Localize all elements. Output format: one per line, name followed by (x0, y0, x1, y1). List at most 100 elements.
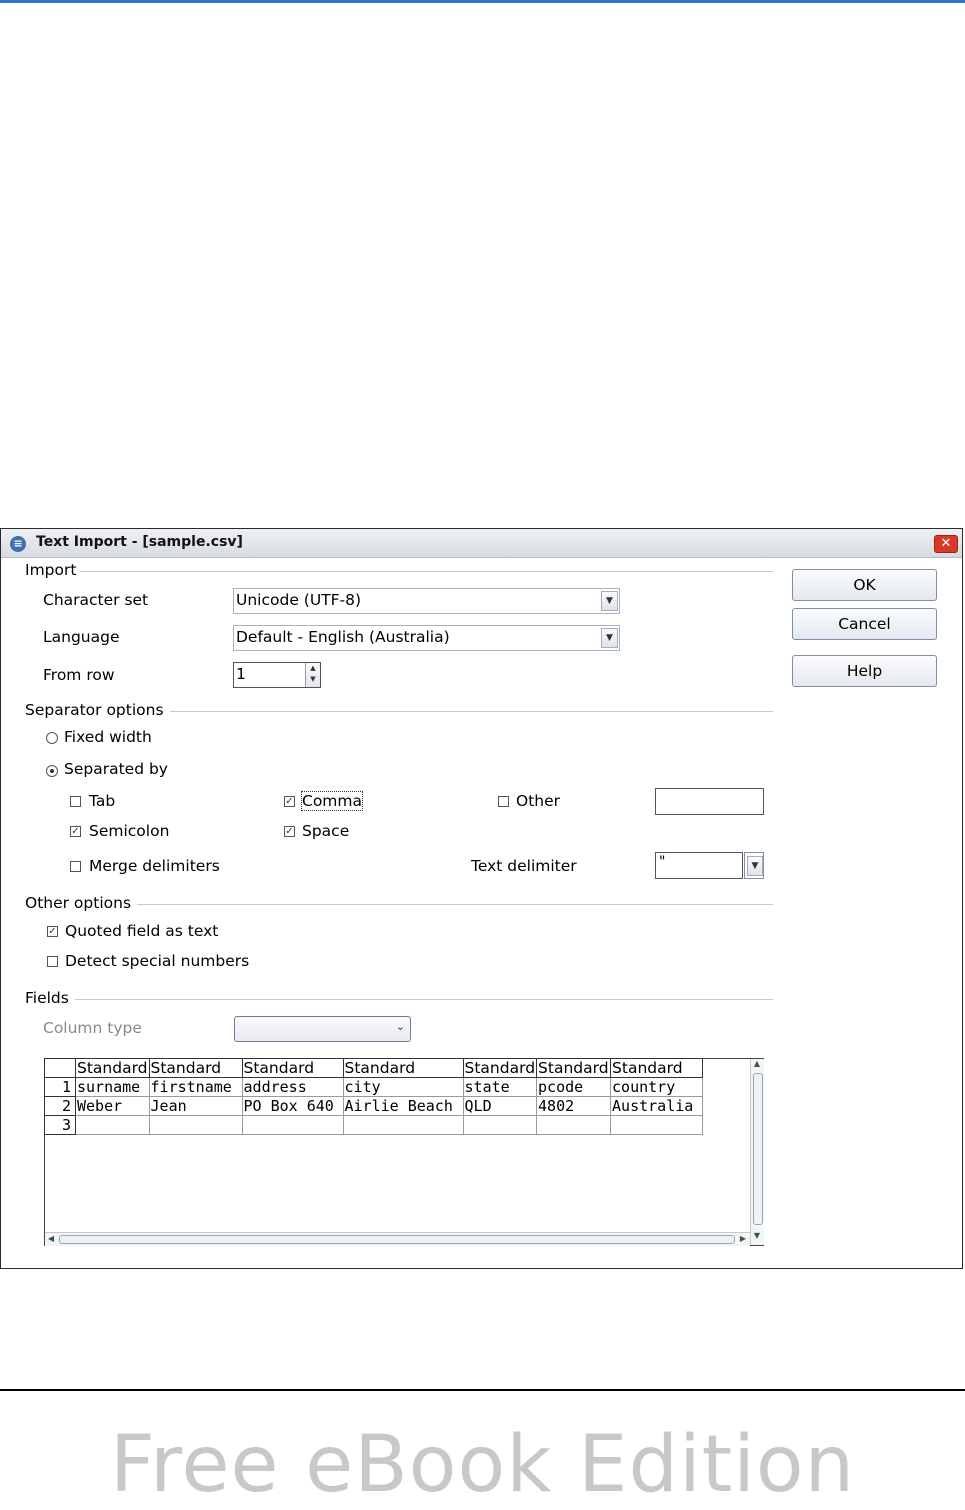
language-select[interactable]: Default - English (Australia) ▼ (233, 625, 620, 651)
row-number[interactable]: 2 (44, 1096, 76, 1116)
table-cell (75, 1115, 150, 1135)
table-row: 1 surname firstname address city state p… (44, 1077, 704, 1097)
table-row: 2 Weber Jean PO Box 640 Airlie Beach QLD… (44, 1096, 704, 1116)
column-type-header[interactable]: Standard (462, 1058, 538, 1078)
merge-delimiters-checkbox[interactable] (70, 861, 81, 872)
import-section-divider (80, 571, 773, 572)
quoted-field-checkbox[interactable]: ✓ (47, 926, 58, 937)
column-type-label: Column type (43, 1019, 142, 1037)
column-type-header[interactable]: Standard (536, 1058, 612, 1078)
row-number[interactable]: 1 (44, 1077, 76, 1097)
separated-by-radio[interactable] (46, 765, 58, 777)
comma-label[interactable]: Comma (300, 791, 364, 811)
horizontal-scroll-thumb[interactable] (59, 1235, 735, 1244)
tab-checkbox[interactable] (70, 796, 81, 807)
scroll-down-icon[interactable]: ▼ (751, 1231, 763, 1240)
watermark-text: Free eBook Edition (109, 1420, 856, 1510)
table-cell: Australia (610, 1096, 704, 1116)
preview-vertical-scrollbar[interactable]: ▲ ▼ (750, 1059, 764, 1245)
column-type-header[interactable]: Standard (342, 1058, 464, 1078)
comma-checkbox[interactable]: ✓ (284, 796, 295, 807)
table-cell: city (342, 1077, 464, 1097)
character-set-select[interactable]: Unicode (UTF-8) ▼ (233, 588, 620, 614)
dialog-titlebar[interactable]: ≡ Text Import - [sample.csv] ✕ (1, 529, 962, 558)
from-row-value: 1 (236, 665, 246, 683)
chevron-down-icon[interactable]: ⌄ (396, 1020, 405, 1033)
text-delimiter-value: " (659, 854, 666, 870)
vertical-scroll-thumb[interactable] (753, 1073, 763, 1225)
table-cell (342, 1115, 464, 1135)
table-cell: surname (75, 1077, 150, 1097)
tab-label[interactable]: Tab (89, 792, 115, 810)
column-type-header[interactable]: Standard (610, 1058, 704, 1078)
column-type-header[interactable]: Standard (148, 1058, 243, 1078)
space-label[interactable]: Space (302, 822, 349, 840)
separator-section-title: Separator options (25, 701, 168, 719)
column-type-header[interactable]: Standard (75, 1058, 150, 1078)
import-section-title: Import (25, 561, 81, 579)
chevron-down-icon[interactable]: ▼ (601, 591, 618, 611)
from-row-stepper[interactable]: 1 ▲ ▼ (233, 662, 321, 688)
language-label: Language (43, 628, 120, 646)
from-row-label: From row (43, 666, 115, 684)
table-cell: PO Box 640 (241, 1096, 344, 1116)
dialog-title: Text Import - [sample.csv] (36, 534, 243, 550)
quoted-field-label[interactable]: Quoted field as text (65, 922, 218, 940)
table-cell: 4802 (536, 1096, 612, 1116)
space-checkbox[interactable]: ✓ (284, 826, 295, 837)
row-number[interactable]: 3 (44, 1115, 76, 1135)
page-top-rule (0, 0, 965, 3)
other-separator-field[interactable] (655, 788, 764, 815)
other-checkbox[interactable] (498, 796, 509, 807)
fields-section-title: Fields (25, 989, 73, 1007)
table-cell (241, 1115, 344, 1135)
table-cell (148, 1115, 243, 1135)
chevron-down-icon[interactable]: ▼ (747, 856, 763, 876)
text-delimiter-label: Text delimiter (471, 857, 577, 875)
text-delimiter-dropdown[interactable]: ▼ (744, 852, 764, 879)
detect-special-numbers-checkbox[interactable] (47, 956, 58, 967)
table-cell: Weber (75, 1096, 150, 1116)
column-type-select[interactable]: ⌄ (234, 1016, 411, 1042)
table-cell: Airlie Beach (342, 1096, 464, 1116)
semicolon-checkbox[interactable]: ✓ (70, 826, 81, 837)
close-icon: ✕ (940, 536, 952, 551)
app-icon: ≡ (10, 536, 26, 552)
semicolon-label[interactable]: Semicolon (89, 822, 169, 840)
table-cell: state (462, 1077, 538, 1097)
help-button[interactable]: Help (792, 655, 937, 687)
separated-by-label[interactable]: Separated by (64, 760, 168, 778)
merge-delimiters-label[interactable]: Merge delimiters (89, 857, 220, 875)
fixed-width-radio[interactable] (46, 732, 58, 744)
close-button[interactable]: ✕ (934, 535, 958, 553)
column-type-header[interactable]: Standard (241, 1058, 344, 1078)
table-cell: firstname (148, 1077, 243, 1097)
fixed-width-label[interactable]: Fixed width (64, 728, 152, 746)
column-header-row: Standard Standard Standard Standard Stan… (44, 1058, 704, 1078)
scroll-right-icon[interactable]: ▶ (737, 1234, 749, 1243)
fields-section-divider (75, 999, 773, 1000)
text-delimiter-field[interactable]: " (655, 852, 743, 879)
scroll-left-icon[interactable]: ◀ (45, 1234, 57, 1243)
table-cell: Jean (148, 1096, 243, 1116)
other-label[interactable]: Other (516, 792, 560, 810)
other-options-title: Other options (25, 894, 136, 912)
table-cell: QLD (462, 1096, 538, 1116)
chevron-down-icon[interactable]: ▼ (601, 628, 618, 648)
grid-corner (44, 1058, 76, 1078)
language-value: Default - English (Australia) (236, 628, 450, 646)
table-cell: country (610, 1077, 704, 1097)
separator-section-divider (170, 711, 773, 712)
ok-button[interactable]: OK (792, 569, 937, 601)
preview-horizontal-scrollbar[interactable]: ◀ ▶ (45, 1232, 750, 1246)
table-cell: pcode (536, 1077, 612, 1097)
preview-table: Standard Standard Standard Standard Stan… (44, 1058, 704, 1135)
table-cell: address (241, 1077, 344, 1097)
detect-special-numbers-label[interactable]: Detect special numbers (65, 952, 249, 970)
stepper-arrows-icon[interactable]: ▲ ▼ (305, 663, 320, 687)
character-set-value: Unicode (UTF-8) (236, 591, 362, 609)
cancel-button[interactable]: Cancel (792, 608, 937, 640)
other-options-divider (137, 904, 773, 905)
scroll-up-icon[interactable]: ▲ (751, 1059, 763, 1068)
table-row: 3 (44, 1115, 704, 1135)
